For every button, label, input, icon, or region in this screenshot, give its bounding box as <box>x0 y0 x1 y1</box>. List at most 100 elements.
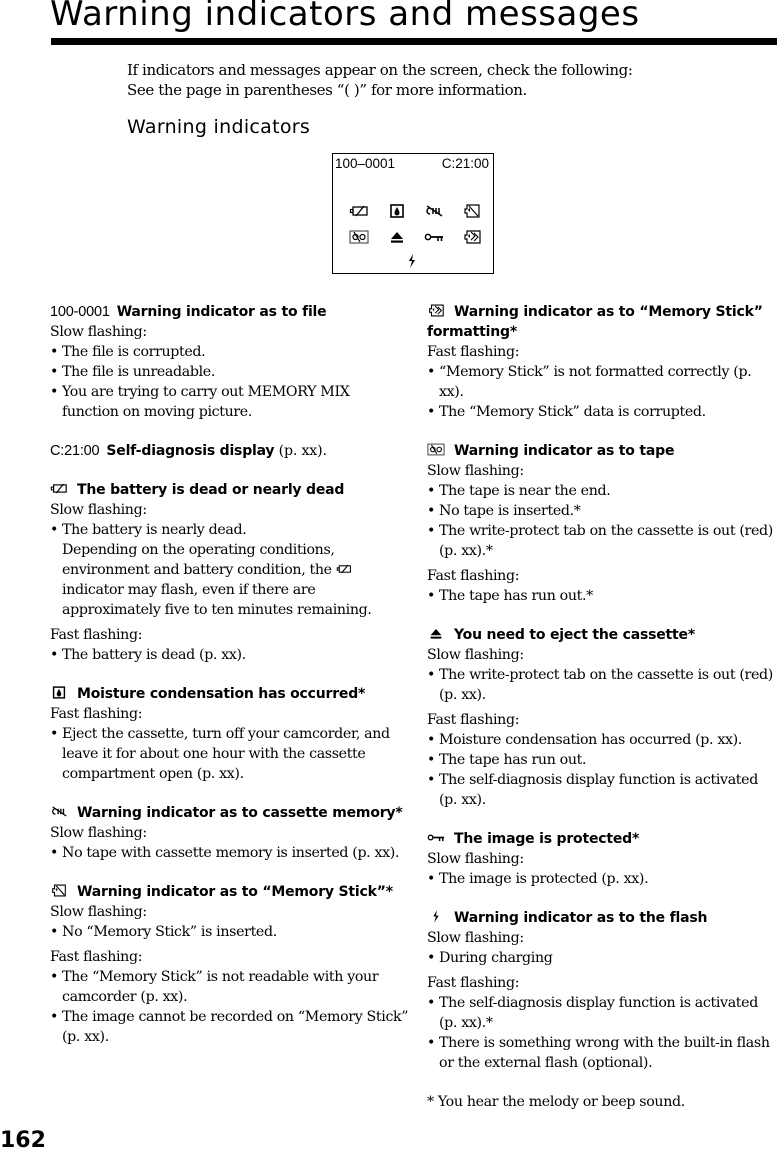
entry-heading-text: You need to eject the cassette* <box>454 627 695 643</box>
flash-label: Slow flashing: <box>427 851 524 867</box>
entry-tape: Warning indicator as to tape Slow flashi… <box>427 441 777 606</box>
intro-text: If indicators and messages appear on the… <box>127 60 633 100</box>
list-item: The battery is dead (p. xx). <box>50 645 410 665</box>
bullet-list: No “Memory Stick” is inserted. <box>50 922 410 942</box>
entry-heading: Warning indicator as to “Memory Stick”* <box>50 882 410 902</box>
flash-label: Fast flashing: <box>50 706 143 722</box>
entry-eject: You need to eject the cassette* Slow fla… <box>427 625 777 810</box>
entry-heading: Warning indicator as to “Memory Stick” f… <box>427 302 777 342</box>
list-item: The “Memory Stick” is not readable with … <box>50 967 410 1007</box>
title-rule <box>51 38 777 45</box>
entry-heading: The image is protected* <box>427 829 777 849</box>
list-item: The write-protect tab on the cassette is… <box>427 521 777 561</box>
list-item: There is something wrong with the built-… <box>427 1033 777 1073</box>
intro-line: If indicators and messages appear on the… <box>127 61 633 79</box>
protect-key-icon <box>427 831 445 844</box>
cassette-memory-icon <box>424 204 444 218</box>
entry-moisture: Moisture condensation has occurred* Fast… <box>50 684 410 784</box>
left-column: 100-0001 Warning indicator as to file Slo… <box>50 302 410 1066</box>
bullet-list: The tape has run out.* <box>427 586 777 606</box>
entry-heading: Warning indicator as to tape <box>427 441 777 461</box>
entry-heading: Warning indicator as to cassette memory* <box>50 803 410 823</box>
entry-heading-text: Warning indicator as to “Memory Stick” f… <box>427 304 763 340</box>
list-item: The tape is near the end. <box>427 481 777 501</box>
right-column: Warning indicator as to “Memory Stick” f… <box>427 302 777 1112</box>
entry-file-warning: 100-0001 Warning indicator as to file Slo… <box>50 302 410 422</box>
list-item: “Memory Stick” is not formatted correctl… <box>427 362 777 402</box>
list-item: Moisture condensation has occurred (p. x… <box>427 730 777 750</box>
entry-protected: The image is protected* Slow flashing: T… <box>427 829 777 889</box>
entry-memory-stick-format: Warning indicator as to “Memory Stick” f… <box>427 302 777 422</box>
battery-warning-icon <box>50 482 68 495</box>
bullet-list: The file is corrupted. The file is unrea… <box>50 342 410 422</box>
flash-label: Slow flashing: <box>50 904 147 920</box>
memory-stick-icon <box>462 204 482 218</box>
list-item: The battery is nearly dead. Depending on … <box>50 520 410 620</box>
flash-label: Slow flashing: <box>427 463 524 479</box>
footnote: * You hear the melody or beep sound. <box>427 1094 685 1110</box>
section-subtitle: Warning indicators <box>127 116 311 138</box>
memory-stick-format-icon <box>427 304 445 317</box>
file-number-code: 100-0001 <box>50 304 110 320</box>
list-item: The self-diagnosis display function is a… <box>427 993 777 1033</box>
flash-label: Slow flashing: <box>50 825 147 841</box>
page-reference: (p. xx). <box>274 443 327 459</box>
bullet-list: Eject the cassette, turn off your camcor… <box>50 724 410 784</box>
entry-heading-text: The battery is dead or nearly dead <box>77 482 345 498</box>
flash-label: Slow flashing: <box>427 647 524 663</box>
bullet-list: The tape is near the end. No tape is ins… <box>427 481 777 561</box>
flash-label: Fast flashing: <box>50 949 143 965</box>
flash-label: Fast flashing: <box>427 712 520 728</box>
flash-label: Slow flashing: <box>50 324 147 340</box>
note-text: indicator may flash, even if there are a… <box>62 582 372 618</box>
flash-icon <box>402 254 422 268</box>
bullet-list: No tape with cassette memory is inserted… <box>50 843 410 863</box>
entry-memory-stick: Warning indicator as to “Memory Stick”* … <box>50 882 410 1047</box>
battery-warning-icon <box>349 204 369 218</box>
page-title: Warning indicators and messages <box>50 0 640 34</box>
memory-stick-icon <box>50 884 68 897</box>
flash-label: Fast flashing: <box>427 344 520 360</box>
cassette-memory-icon <box>50 805 68 818</box>
list-item: The “Memory Stick” data is corrupted. <box>427 402 777 422</box>
entry-heading: C:21:00 Self-diagnosis display (p. xx). <box>50 441 410 461</box>
bullet-list: The battery is dead (p. xx). <box>50 645 410 665</box>
bullet-list: The “Memory Stick” is not readable with … <box>50 967 410 1047</box>
flash-label: Fast flashing: <box>50 627 143 643</box>
list-item: The self-diagnosis display function is a… <box>427 770 777 810</box>
entry-heading-text: Self-diagnosis display <box>106 443 275 459</box>
entry-heading: Moisture condensation has occurred* <box>50 684 410 704</box>
entry-heading-text: Warning indicator as to file <box>116 304 327 320</box>
flash-label: Slow flashing: <box>427 930 524 946</box>
entry-heading-text: Warning indicator as to the flash <box>454 910 708 926</box>
intro-line: See the page in parentheses “( )” for mo… <box>127 81 527 99</box>
bullet-list: “Memory Stick” is not formatted correctl… <box>427 362 777 422</box>
list-item: The image cannot be recorded on “Memory … <box>50 1007 410 1047</box>
moisture-icon <box>387 204 407 218</box>
memory-stick-format-icon <box>462 230 482 244</box>
entry-heading-text: The image is protected* <box>454 831 640 847</box>
list-item: No tape with cassette memory is inserted… <box>50 843 410 863</box>
entry-heading: Warning indicator as to the flash <box>427 908 777 928</box>
eject-icon <box>387 230 407 244</box>
bullet-list: The self-diagnosis display function is a… <box>427 993 777 1073</box>
bullet-list: The image is protected (p. xx). <box>427 869 777 889</box>
bullet-list: During charging <box>427 948 777 968</box>
display-screen-illustration: 100–0001 C:21:00 <box>332 153 494 274</box>
note-text: Depending on the operating conditions, e… <box>62 542 335 578</box>
list-item: No “Memory Stick” is inserted. <box>50 922 410 942</box>
list-item: The file is corrupted. <box>50 342 410 362</box>
entry-self-diagnosis: C:21:00 Self-diagnosis display (p. xx). <box>50 441 410 461</box>
entry-heading: You need to eject the cassette* <box>427 625 777 645</box>
eject-icon <box>427 627 445 640</box>
list-item-text: The battery is nearly dead. <box>62 522 247 538</box>
list-item: Eject the cassette, turn off your camcor… <box>50 724 410 784</box>
moisture-icon <box>50 686 68 699</box>
flash-label: Fast flashing: <box>427 975 520 991</box>
list-item: The tape has run out. <box>427 750 777 770</box>
flash-label: Fast flashing: <box>427 568 520 584</box>
list-item: The tape has run out.* <box>427 586 777 606</box>
protect-key-icon <box>424 230 444 244</box>
file-number-readout: 100–0001 <box>335 156 396 171</box>
bullet-list: The write-protect tab on the cassette is… <box>427 665 777 705</box>
